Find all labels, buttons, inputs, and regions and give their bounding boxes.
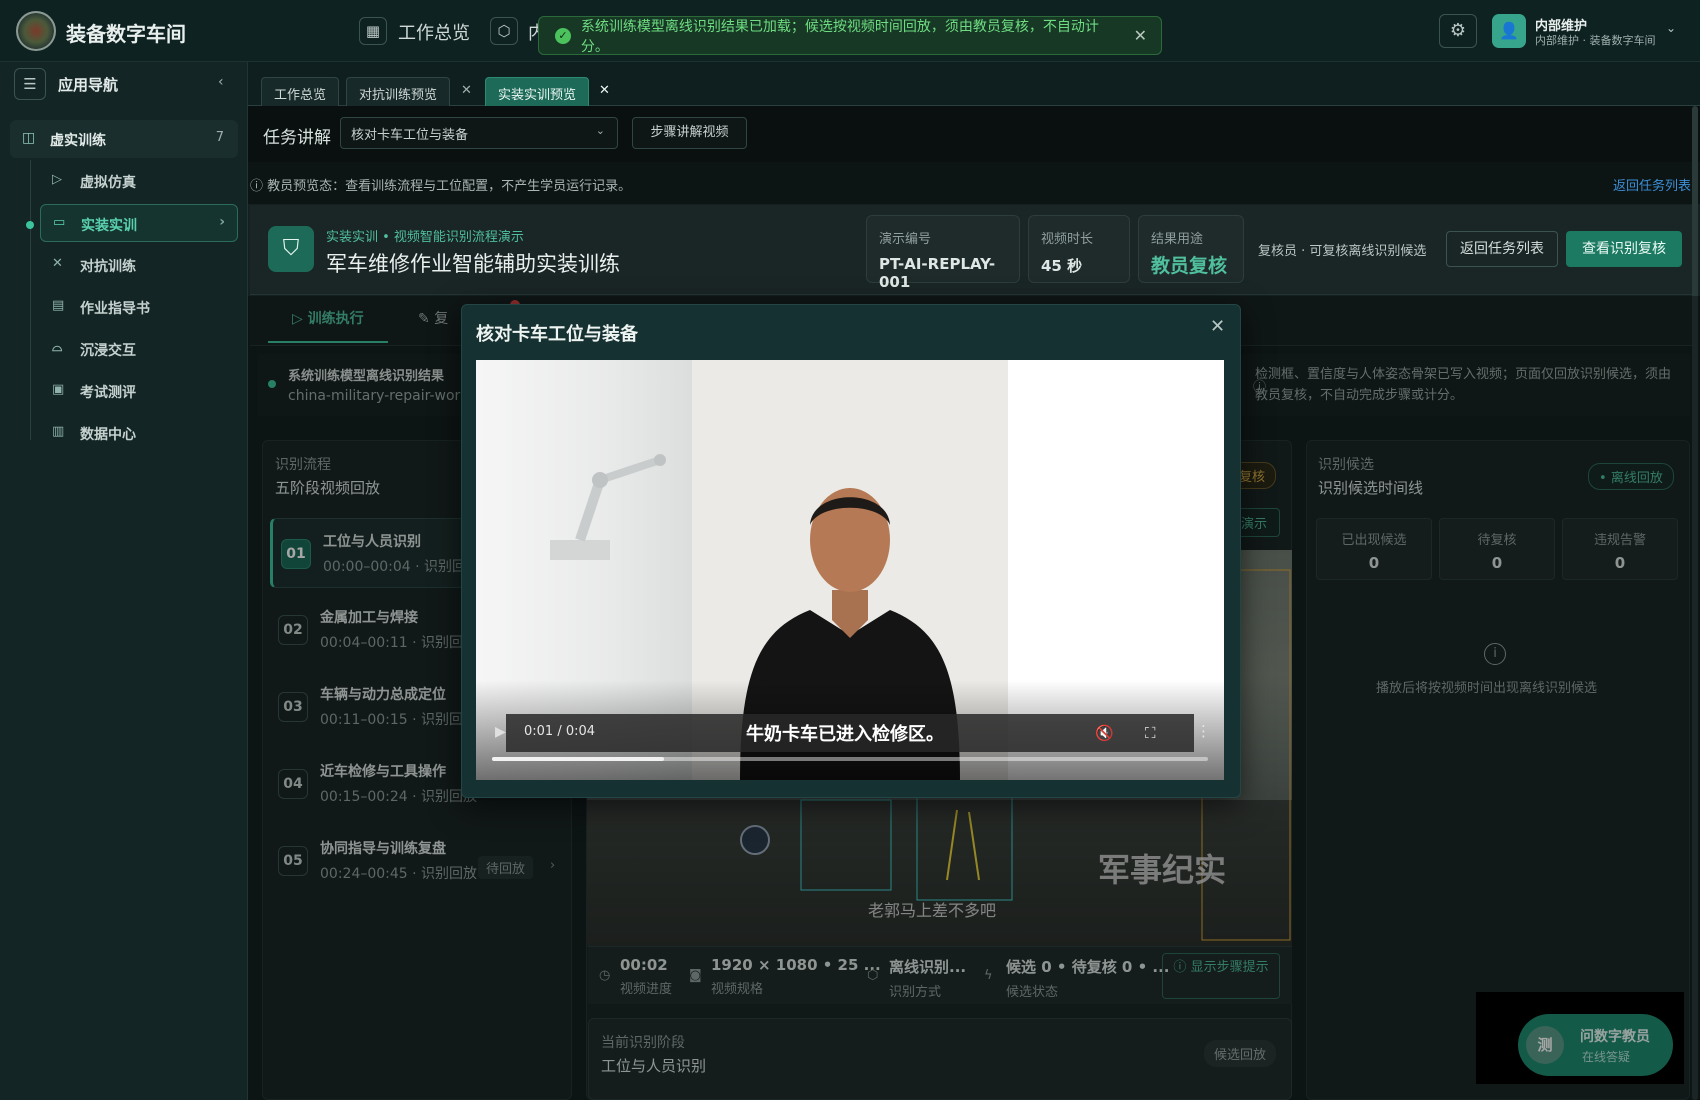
clipboard-icon: ▣: [52, 382, 65, 397]
sidebar-item-label: 数据中心: [80, 427, 136, 443]
chevron-down-icon[interactable]: ⌄: [1666, 21, 1676, 35]
tab-overview[interactable]: 工作总览: [261, 77, 340, 107]
player-time: 0:01 / 0:04: [524, 724, 596, 739]
swords-icon: ✕: [52, 256, 63, 271]
stat-value: 教员复核: [1151, 255, 1228, 277]
tab-real-training-preview[interactable]: 实装实训预览: [485, 77, 590, 107]
menu-icon[interactable]: ☰: [14, 68, 46, 100]
shield-check-icon: ⛉: [268, 226, 314, 272]
task-select-value: 核对卡车工位与装备: [351, 128, 469, 143]
sidebar-item-immersive[interactable]: ⌓ 沉浸交互: [40, 330, 238, 368]
sidebar-item-virtual-sim[interactable]: ▷ 虚拟仿真: [40, 162, 238, 200]
settings-gear-icon[interactable]: ⚙: [1439, 14, 1477, 48]
grid-icon[interactable]: ▦: [359, 17, 387, 45]
video-caption: 牛奶卡车已进入检修区。: [746, 724, 944, 745]
chart-icon: ▥: [52, 424, 65, 439]
fullscreen-icon[interactable]: ⛶: [1145, 724, 1156, 742]
toast-message: 系统训练模型离线识别结果已加载；候选按视频时间回放，须由教员复核，不自动计分。: [580, 18, 1099, 55]
vr-icon: ⌓: [52, 340, 63, 355]
stat-label: 结果用途: [1151, 232, 1204, 247]
robot-joint: [592, 472, 608, 488]
sidebar-item-guide[interactable]: ▤ 作业指导书: [40, 288, 238, 326]
page-title: 军车维修作业智能辅助实装训练: [326, 252, 620, 276]
active-dot: [26, 221, 34, 229]
sidebar-group-virtual-training[interactable]: ◫ 虚实训练 7: [10, 120, 238, 158]
brand-title: 装备数字车间: [66, 22, 186, 46]
stat-demo-id: 演示编号 PT-AI-REPLAY-001: [866, 215, 1020, 291]
modal-title: 核对卡车工位与装备: [476, 324, 638, 345]
cube-icon[interactable]: ⬡: [490, 17, 518, 45]
tree-line: [30, 160, 31, 440]
document-icon: ▤: [52, 298, 65, 313]
reviewer-text: 复核员 · 可复核离线识别候选: [1258, 244, 1427, 259]
close-icon[interactable]: ✕: [599, 83, 610, 98]
breadcrumb: 实装实训 • 视频智能识别流程演示: [326, 230, 524, 245]
video-progress-fill: [492, 757, 664, 761]
brand-logo: [16, 11, 56, 51]
stat-label: 视频时长: [1041, 232, 1094, 247]
sidebar-item-adversarial[interactable]: ✕ 对抗训练: [40, 246, 238, 284]
check-circle-icon: ✓: [555, 27, 571, 44]
collapse-icon[interactable]: ‹: [218, 74, 224, 90]
sidebar-item-real-training[interactable]: ▭ 实装实训 ›: [40, 204, 238, 242]
play-circle-icon: ▷: [52, 172, 62, 187]
view-review-button[interactable]: 查看识别复核: [1566, 231, 1682, 267]
robot-arm-image: [550, 454, 666, 560]
success-toast: ✓ 系统训练模型离线识别结果已加载；候选按视频时间回放，须由教员复核，不自动计分…: [538, 16, 1162, 55]
preview-info-text: 教员预览态：查看训练流程与工位配置，不产生学员运行记录。: [267, 179, 632, 194]
close-icon[interactable]: ✕: [1210, 316, 1225, 337]
user-avatar[interactable]: 👤: [1492, 14, 1526, 48]
robot-base: [550, 540, 610, 560]
sidebar-item-label: 沉浸交互: [80, 343, 136, 359]
task-label: 任务讲解: [263, 128, 331, 148]
chevron-right-icon: ›: [219, 214, 225, 230]
sidebar-item-label: 虚拟仿真: [80, 175, 136, 191]
preview-info: ⓘ 教员预览态：查看训练流程与工位配置，不产生学员运行记录。: [250, 179, 632, 194]
nav-overview[interactable]: 工作总览: [398, 19, 470, 45]
stat-duration: 视频时长 45 秒: [1028, 215, 1130, 283]
sidebar-item-data[interactable]: ▥ 数据中心: [40, 414, 238, 452]
sidebar-item-label: 考试测评: [80, 385, 136, 401]
task-select[interactable]: 核对卡车工位与装备 ⌄: [340, 117, 618, 149]
book-icon: ◫: [22, 130, 36, 146]
user-sub: 内部维护 · 装备数字车间: [1535, 34, 1656, 47]
back-to-list-link[interactable]: 返回任务列表: [1613, 175, 1691, 194]
sidebar-group-count: 7: [215, 130, 224, 145]
step-video-button[interactable]: 步骤讲解视频: [632, 117, 747, 149]
tab-adversarial-preview[interactable]: 对抗训练预览: [346, 77, 451, 107]
stat-label: 演示编号: [879, 232, 932, 247]
sidebar-item-label: 作业指导书: [80, 301, 150, 317]
close-icon[interactable]: ✕: [1134, 26, 1147, 45]
sidebar-item-exam[interactable]: ▣ 考试测评: [40, 372, 238, 410]
robot-joint: [654, 454, 666, 466]
chevron-down-icon: ⌄: [595, 124, 605, 137]
sidebar-item-label: 实装实训: [81, 218, 137, 234]
robot-arm: [598, 456, 662, 484]
sidebar-group-label: 虚实训练: [50, 133, 106, 149]
stat-usage: 结果用途 教员复核: [1138, 215, 1244, 283]
sidebar-item-label: 对抗训练: [80, 259, 136, 275]
mute-icon[interactable]: 🔇: [1095, 724, 1114, 742]
monitor-icon: ▭: [53, 215, 66, 230]
robot-arm: [575, 478, 605, 542]
sidebar-title: 应用导航: [58, 76, 119, 94]
stat-value: PT-AI-REPLAY-001: [879, 255, 996, 291]
back-to-list-button[interactable]: 返回任务列表: [1446, 231, 1558, 267]
close-icon[interactable]: ✕: [461, 83, 472, 98]
more-options-icon[interactable]: ⋮: [1196, 722, 1211, 740]
stat-value: 45 秒: [1041, 257, 1083, 275]
play-icon[interactable]: ▶: [495, 724, 506, 740]
